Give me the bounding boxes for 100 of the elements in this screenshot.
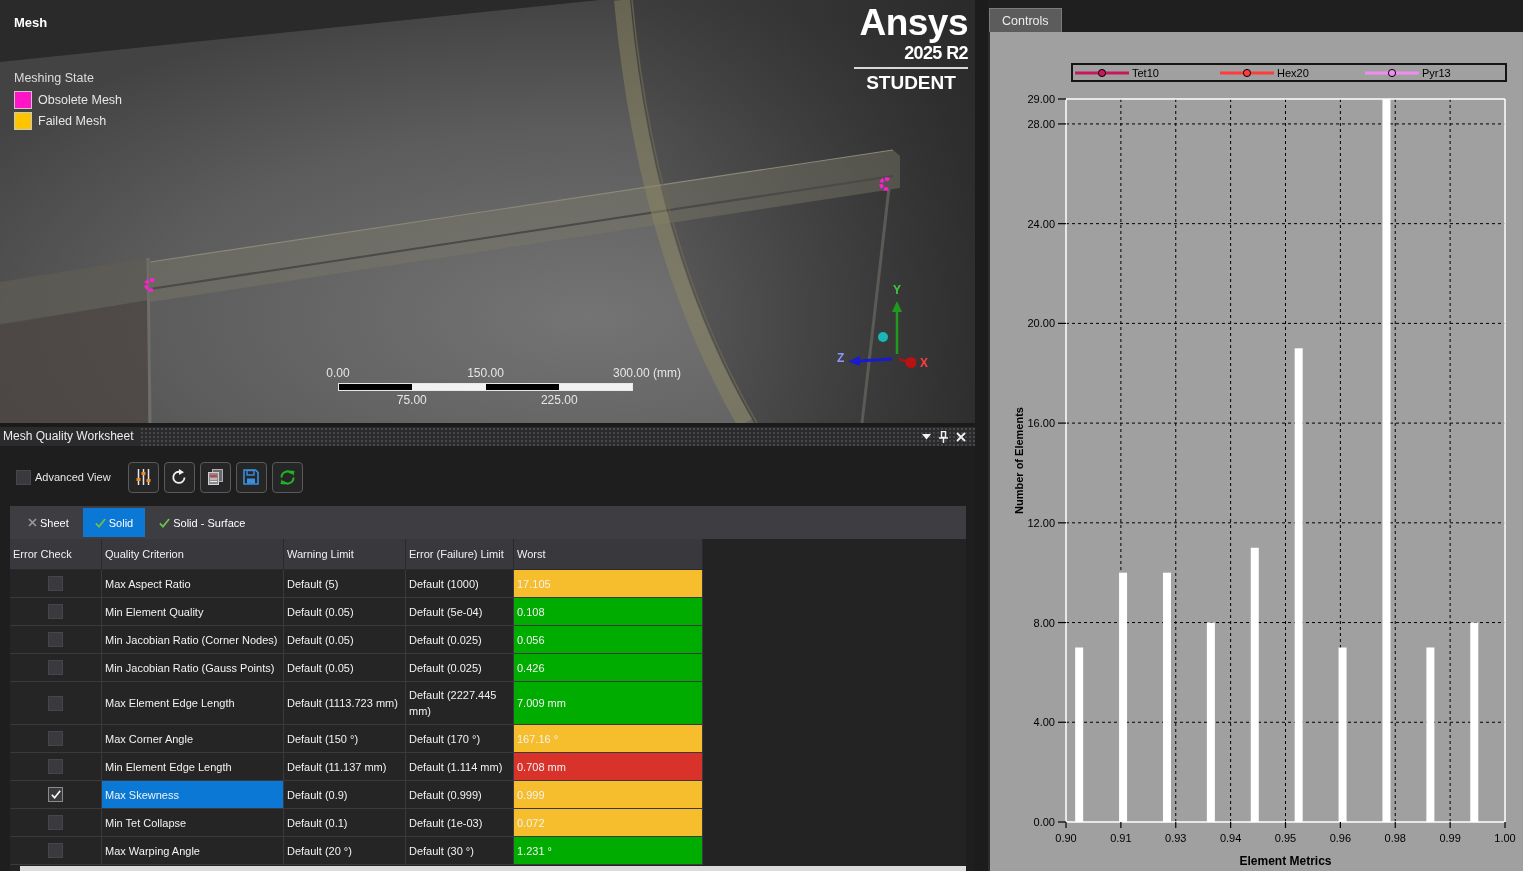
axis-title: Element Metrics [1239, 854, 1332, 868]
legend-label: Pyr13 [1422, 66, 1451, 79]
tab[interactable]: Solid [82, 508, 146, 537]
y-axis-arrow [892, 301, 902, 354]
tick-label: 24.00 [1027, 217, 1055, 230]
tick-label: 8.00 [1033, 616, 1055, 629]
table-cell: 0.426 [514, 654, 703, 682]
table-cell: Default (150 °) [284, 725, 406, 753]
table-cell: 0.708 mm [514, 753, 703, 781]
checkbox[interactable] [48, 604, 63, 619]
checkbox[interactable] [48, 576, 63, 591]
legend-label: Tet10 [1132, 66, 1159, 79]
table-cell: Default (0.9) [284, 781, 406, 809]
tick-label: 1.00 [1494, 832, 1516, 844]
checkbox[interactable] [48, 695, 63, 711]
caret-icon[interactable] [922, 433, 931, 440]
axis-title: Number of Elements [1013, 407, 1025, 514]
table-cell: 1.231 ° [514, 837, 703, 865]
table-cell[interactable]: Max Element Edge Length [102, 682, 284, 725]
column-header[interactable]: Worst [514, 539, 703, 570]
legend-title: Meshing State [14, 71, 95, 85]
toolbar-button[interactable] [163, 461, 195, 493]
table-cell: 167.16 ° [514, 725, 703, 753]
axis-label: Z [837, 351, 845, 365]
panel-title: Mesh Quality Worksheet [0, 427, 140, 446]
horizontal-scrollbar[interactable] [20, 866, 966, 871]
tab[interactable]: Controls [989, 8, 1062, 32]
table-cell[interactable]: Max Corner Angle [102, 725, 284, 753]
scale-label: 150.00 [467, 366, 504, 380]
checkbox[interactable] [48, 759, 63, 774]
tick-label: 0.00 [1033, 816, 1055, 828]
column-header[interactable]: Error Check [10, 539, 102, 570]
checkbox-label: Advanced View [35, 471, 111, 483]
table-cell[interactable]: Max Warping Angle [102, 837, 284, 865]
table-cell: Default (1113.723 mm) [284, 682, 406, 725]
table-cell: Default (0.05) [284, 654, 406, 682]
tab[interactable]: Sheet [20, 508, 77, 537]
scale-label: 225.00 [540, 393, 578, 407]
marker-icon [878, 177, 893, 191]
table-cell[interactable]: Min Jacobian Ratio (Corner Nodes) [102, 626, 284, 654]
tick-label: 0.96 [1329, 832, 1352, 844]
checkbox[interactable] [48, 787, 63, 802]
checkbox[interactable] [48, 632, 63, 647]
tab[interactable]: Solid - Surface [151, 508, 254, 537]
table-cell[interactable]: Min Element Quality [102, 598, 284, 626]
column-header[interactable]: Warning Limit [284, 539, 406, 570]
checkbox[interactable] [48, 843, 63, 858]
table-cell: Default (0.1) [284, 809, 406, 837]
x-axis-ball-icon [898, 357, 917, 368]
scale-label: 300.00 (mm) [613, 366, 682, 380]
legend-label: Hex20 [1277, 66, 1309, 79]
table-cell: 0.108 [514, 598, 703, 626]
legend-label: Failed Mesh [38, 114, 107, 128]
z-axis-arrow [848, 356, 893, 366]
column-header[interactable]: Quality Criterion [102, 539, 284, 570]
close-icon[interactable] [956, 431, 966, 442]
pin-icon[interactable] [939, 430, 948, 443]
table-cell[interactable]: Min Jacobian Ratio (Gauss Points) [102, 654, 284, 682]
scale-label: 0.00 [326, 366, 350, 380]
sliders-icon [135, 469, 151, 485]
tick-label: 0.93 [1165, 832, 1187, 844]
table-cell: 17.105 [514, 570, 703, 598]
legend-label: Obsolete Mesh [38, 93, 123, 107]
axis-label: Y [893, 283, 901, 297]
table-cell: 0.072 [514, 809, 703, 837]
edition-label: STUDENT [866, 72, 956, 94]
tick-label: 0.90 [1055, 832, 1077, 844]
check-icon [50, 790, 61, 799]
table-cell[interactable]: Max Skewness [102, 781, 284, 809]
table-cell: Default (5) [284, 570, 406, 598]
tick-label: 0.99 [1439, 832, 1461, 844]
table-cell: 0.999 [514, 781, 703, 809]
sphere-icon [878, 332, 888, 342]
tick-label: 0.94 [1219, 832, 1242, 844]
checkbox[interactable] [16, 469, 31, 485]
toolbar-button[interactable] [271, 461, 303, 493]
view-title: Mesh [14, 15, 48, 30]
marker-icon [143, 278, 158, 292]
tick-label: 28.00 [1027, 117, 1055, 130]
checkbox[interactable] [48, 815, 63, 830]
toolbar-button[interactable] [127, 461, 159, 493]
tick-label: 0.98 [1384, 832, 1406, 844]
table-cell: Default (11.137 mm) [284, 753, 406, 781]
table-cell: Default (20 °) [284, 837, 406, 865]
checkbox[interactable] [48, 660, 63, 675]
tick-label: 29.00 [1027, 93, 1055, 105]
table-cell: 0.056 [514, 626, 703, 654]
column-header[interactable]: Error (Failure) Limit [406, 539, 514, 570]
table-cell[interactable]: Min Tet Collapse [102, 809, 284, 837]
save-icon [243, 469, 260, 485]
table-cell: 7.009 mm [514, 682, 703, 725]
toolbar-button[interactable] [199, 461, 231, 493]
tick-label: 4.00 [1033, 716, 1055, 729]
checkbox[interactable] [48, 731, 63, 746]
table-cell: Default (0.05) [284, 626, 406, 654]
refresh-icon [171, 469, 188, 485]
table-cell[interactable]: Max Aspect Ratio [102, 570, 284, 598]
document-icon [207, 469, 223, 485]
axis-label: X [920, 356, 928, 370]
tick-label: 12.00 [1027, 516, 1055, 529]
